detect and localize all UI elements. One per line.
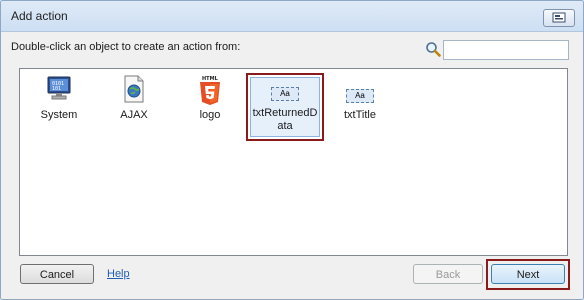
window-menu-button[interactable] <box>543 9 575 27</box>
object-item-logo[interactable]: HTML logo <box>190 75 230 125</box>
search-input[interactable] <box>443 40 569 60</box>
svg-text:HTML: HTML <box>202 76 219 82</box>
window-menu-icon <box>552 12 566 23</box>
object-item-txtreturneddata[interactable]: Aa txtReturnedD ata <box>246 73 324 141</box>
object-label-line2: ata <box>277 120 293 132</box>
cancel-button[interactable]: Cancel <box>20 264 94 284</box>
object-label: logo <box>199 109 221 121</box>
svg-text:101: 101 <box>52 86 61 92</box>
system-monitor-icon: 0101 101 <box>47 76 71 100</box>
object-label: txtTitle <box>344 109 376 121</box>
textbox-icon: Aa <box>271 87 299 101</box>
next-button[interactable]: Next <box>491 264 565 284</box>
object-item-system[interactable]: 0101 101 System <box>34 75 84 125</box>
instruction-text: Double-click an object to create an acti… <box>11 41 241 53</box>
window-title: Add action <box>11 9 68 23</box>
dialog-content: Double-click an object to create an acti… <box>1 32 583 299</box>
help-link[interactable]: Help <box>107 268 130 280</box>
html5-icon: HTML <box>200 76 220 105</box>
add-action-dialog: Add action Double-click an object to cre… <box>0 0 584 300</box>
object-label: AJAX <box>120 109 148 121</box>
object-label-line1: txtReturnedD <box>252 107 318 119</box>
search-icon[interactable] <box>425 41 441 57</box>
textbox-icon: Aa <box>346 89 374 103</box>
ajax-globe-icon <box>124 75 144 103</box>
object-item-ajax[interactable]: AJAX <box>114 75 154 125</box>
back-button[interactable]: Back <box>413 264 483 284</box>
object-label: System <box>40 109 78 121</box>
title-bar: Add action <box>1 1 583 32</box>
object-item-txttitle[interactable]: Aa txtTitle <box>338 75 382 125</box>
object-list-panel: 0101 101 System AJAX HTML logo Aa txtRet… <box>19 68 568 256</box>
